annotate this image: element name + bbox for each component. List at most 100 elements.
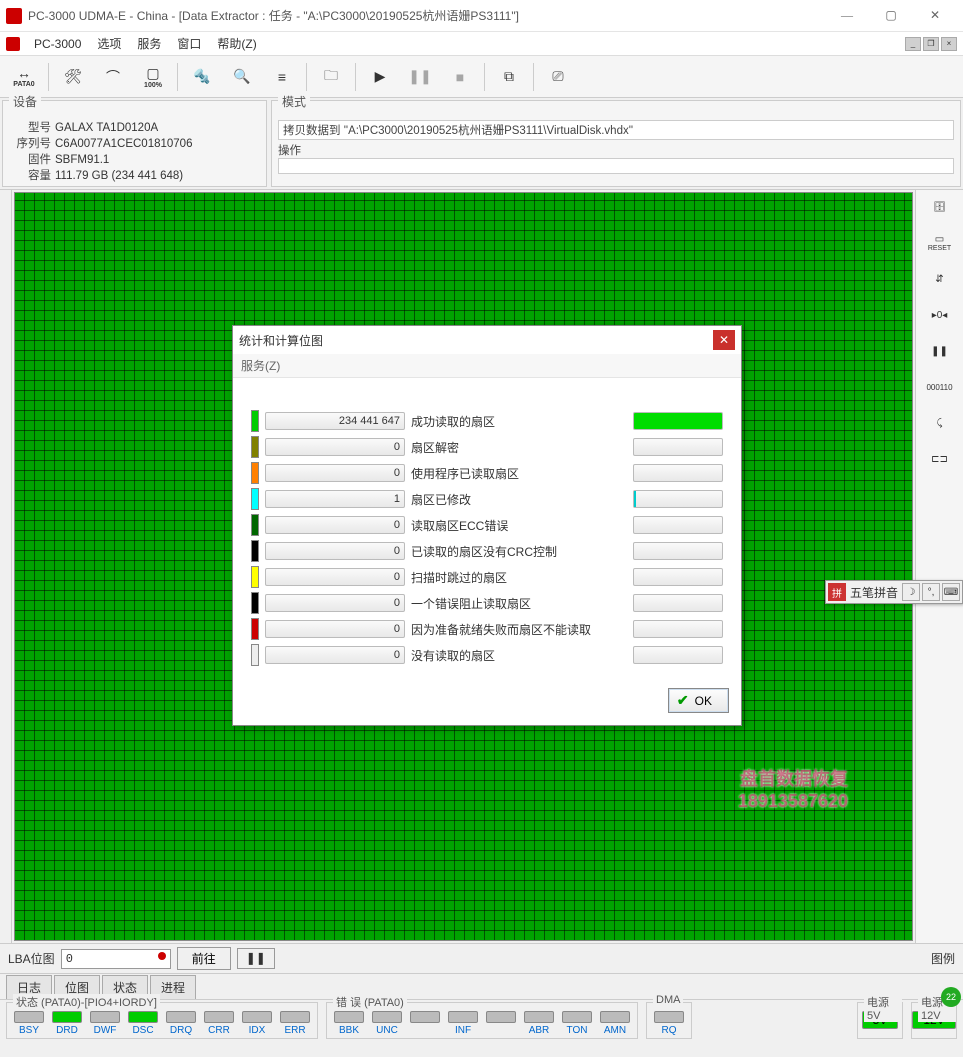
menu-pc3000[interactable]: PC-3000 (26, 35, 89, 53)
toolbar-separator (533, 63, 534, 91)
stat-color-swatch (251, 540, 259, 562)
stat-proportion-bar (633, 412, 723, 430)
stat-color-swatch (251, 488, 259, 510)
menu-services[interactable]: 服务 (129, 33, 169, 54)
toolbar-separator (484, 63, 485, 91)
nav-pause-button[interactable]: ❚❚ (237, 948, 275, 969)
led-indicator (242, 1011, 272, 1023)
stat-value-bar: 234 441 647 (265, 412, 405, 430)
channel-button[interactable]: ↔ PATA0 (4, 59, 44, 95)
stat-value-bar: 0 (265, 516, 405, 534)
legend-button[interactable]: 图例 (931, 950, 955, 967)
ime-punct-button[interactable]: °, (922, 583, 940, 601)
folder-icon: 🗀 (324, 65, 338, 89)
scale-button[interactable]: ⌒ (93, 59, 133, 95)
toolbar-separator (177, 63, 178, 91)
stat-row: 0一个错误阻止读取扇区 (251, 590, 723, 616)
led-box (483, 1011, 519, 1036)
pause-button[interactable]: ❚❚ (400, 59, 440, 95)
led-indicator (128, 1011, 158, 1023)
left-edge-panel (0, 190, 12, 943)
status-error-title: 错 误 (PATA0) (333, 994, 407, 1010)
led-indicator (52, 1011, 82, 1023)
led-label: TON (567, 1025, 588, 1036)
window-close-button[interactable]: ✕ (913, 1, 957, 31)
lba-input[interactable]: 0 (61, 949, 171, 969)
ime-mode-button[interactable]: ☽ (902, 583, 920, 601)
window-minimize-button[interactable]: — (825, 1, 869, 31)
jumper-button[interactable]: ⇵ (924, 266, 956, 292)
led-box: DRQ (163, 1011, 199, 1036)
stat-row: 1扇区已修改 (251, 486, 723, 512)
capacity-label: 容量 (9, 168, 51, 184)
menu-options[interactable]: 选项 (89, 33, 129, 54)
ime-floating-bar[interactable]: 拼 五笔拼音 ☽ °, ⌨ (825, 580, 963, 604)
led-box: DRD (49, 1011, 85, 1036)
dialog-close-button[interactable]: ✕ (713, 330, 735, 350)
menu-help[interactable]: 帮助(Z) (209, 33, 264, 54)
reset-button[interactable]: ▭RESET (924, 230, 956, 256)
dialog-titlebar[interactable]: 统计和计算位图 ✕ (233, 326, 741, 354)
stat-color-swatch (251, 592, 259, 614)
tools-button[interactable]: 🛠 (53, 59, 93, 95)
watermark-line2: 18913587620 (738, 790, 848, 812)
stat-color-swatch (251, 566, 259, 588)
goto-button[interactable]: 前往 (177, 947, 231, 970)
stop-button[interactable]: ■ (440, 59, 480, 95)
screw-button[interactable]: 🔩 (182, 59, 222, 95)
menu-window[interactable]: 窗口 (169, 33, 209, 54)
copy-button[interactable]: ⧉ (489, 59, 529, 95)
disk-icon-button[interactable]: 🗄 (924, 194, 956, 220)
window-maximize-button[interactable]: ▢ (869, 1, 913, 31)
app-logo-icon (6, 37, 20, 51)
binoculars-button[interactable]: 🔍 (222, 59, 262, 95)
led-box: UNC (369, 1011, 405, 1036)
mdi-restore-button[interactable]: ❐ (923, 37, 939, 51)
operation-value (278, 158, 954, 174)
percent-button[interactable]: ▢100% (133, 59, 173, 95)
ime-icon[interactable]: 拼 (828, 583, 846, 601)
watermark-line1: 盘首数据恢复 (738, 768, 848, 790)
window-title: PC-3000 UDMA-E - China - [Data Extractor… (28, 7, 825, 24)
ok-label: OK (695, 694, 712, 708)
stat-proportion-bar (633, 516, 723, 534)
led-indicator (334, 1011, 364, 1023)
connector-button[interactable]: ⊏⊐ (924, 446, 956, 472)
stat-row: 0因为准备就绪失败而扇区不能读取 (251, 616, 723, 642)
stat-label: 读取扇区ECC错误 (411, 517, 627, 534)
dma-led-label: RQ (662, 1025, 677, 1036)
stat-color-swatch (251, 410, 259, 432)
play-button[interactable]: ▶ (360, 59, 400, 95)
status-state-group: 状态 (PATA0)-[PIO4+IORDY] BSYDRDDWFDSCDRQC… (6, 1002, 318, 1039)
binary-button[interactable]: 000110 (924, 374, 956, 400)
mode-box-title: 模式 (278, 93, 310, 110)
box-icon: ▢ (146, 65, 159, 82)
pause2-button[interactable]: ❚❚ (924, 338, 956, 364)
stat-proportion-bar (633, 464, 723, 482)
stack-button[interactable]: ≡ (262, 59, 302, 95)
zero-button[interactable]: ▸0◂ (924, 302, 956, 328)
mdi-minimize-button[interactable]: _ (905, 37, 921, 51)
dialog-menu-services[interactable]: 服务(Z) (233, 354, 741, 378)
capacity-value: 111.79 GB (234 441 648) (55, 168, 183, 184)
led-label: ABR (529, 1025, 550, 1036)
lba-bitmap-label: LBA位图 (8, 950, 55, 967)
folder-button[interactable]: 🗀 (311, 59, 351, 95)
fw-value: SBFM91.1 (55, 152, 109, 168)
led-label: UNC (376, 1025, 398, 1036)
led-box: INF (445, 1011, 481, 1036)
mdi-close-button[interactable]: × (941, 37, 957, 51)
led-label: IDX (249, 1025, 266, 1036)
dialog-ok-button[interactable]: ✔OK (668, 688, 729, 713)
toolbar: ↔ PATA0 🛠 ⌒ ▢100% 🔩 🔍 ≡ 🗀 ▶ ❚❚ ■ ⧉ ⎚ (0, 56, 963, 98)
slider-button[interactable]: ⎚ (538, 59, 578, 95)
exit-button[interactable]: ⤹ (924, 410, 956, 436)
nav-bar: LBA位图 0 前往 ❚❚ 图例 (0, 943, 963, 973)
stat-label: 因为准备就绪失败而扇区不能读取 (411, 621, 627, 638)
stat-color-swatch (251, 436, 259, 458)
status-5v-title: 电源 5V (864, 994, 902, 1022)
mode-value: 拷贝数据到 ''A:\PC3000\20190525杭州语姗PS3111\Vir… (278, 120, 954, 140)
led-box: BBK (331, 1011, 367, 1036)
ime-keyboard-button[interactable]: ⌨ (942, 583, 960, 601)
menubar: PC-3000 选项 服务 窗口 帮助(Z) _ ❐ × (0, 32, 963, 56)
